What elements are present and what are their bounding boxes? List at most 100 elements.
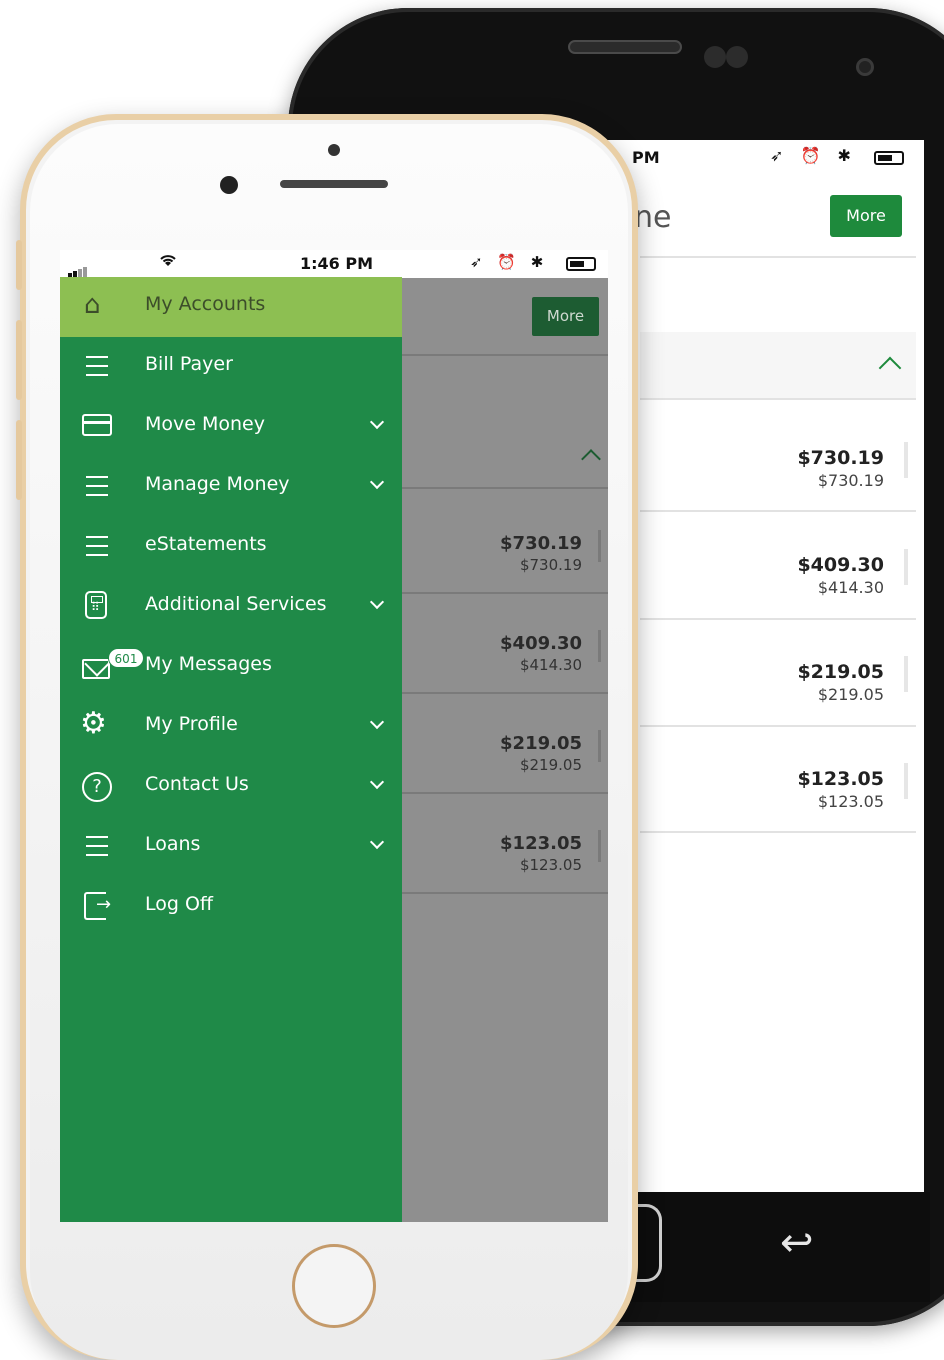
wifi-icon (158, 252, 178, 273)
divider (402, 892, 608, 894)
menu-item-contact-us[interactable]: ? Contact Us (60, 757, 402, 817)
account-available: $219.05 (519, 756, 582, 774)
divider (640, 510, 916, 512)
menu-item-additional-services[interactable]: Additional Services (60, 577, 402, 637)
menu-lines-icon (86, 536, 108, 556)
account-available: $123.05 (817, 792, 884, 811)
front-camera (220, 176, 238, 194)
menu-item-my-messages[interactable]: My Messages (60, 637, 402, 697)
divider (402, 354, 608, 356)
envelope-icon (82, 659, 110, 679)
account-balance: $409.30 (797, 554, 884, 576)
menu-item-loans[interactable]: Loans (60, 817, 402, 877)
menu-item-bill-payer[interactable]: Bill Payer (60, 337, 402, 397)
divider (640, 618, 916, 620)
section-header[interactable] (640, 332, 916, 398)
account-balance: $409.30 (500, 633, 582, 654)
calculator-icon (85, 591, 107, 619)
help-circle-icon: ? (82, 772, 112, 802)
menu-item-label: Contact Us (145, 773, 249, 795)
home-button[interactable] (292, 1244, 376, 1328)
android-front-camera (856, 58, 874, 76)
menu-item-move-money[interactable]: Move Money (60, 397, 402, 457)
divider (402, 592, 608, 594)
menu-item-log-off[interactable]: Log Off (60, 877, 402, 937)
row-handle[interactable] (904, 549, 908, 585)
logoff-icon (84, 892, 111, 920)
account-available: $730.19 (519, 556, 582, 574)
mute-switch (16, 240, 22, 290)
earpiece-speaker (280, 180, 388, 188)
divider (402, 487, 608, 489)
account-balance: $123.05 (797, 768, 884, 790)
account-balance: $219.05 (500, 733, 582, 754)
chevron-down-icon[interactable] (369, 714, 385, 730)
row-handle[interactable] (904, 763, 908, 799)
divider (402, 792, 608, 794)
menu-lines-icon (86, 356, 108, 376)
more-button[interactable]: More (830, 195, 902, 237)
chevron-down-icon[interactable] (369, 834, 385, 850)
android-camera (704, 46, 726, 68)
menu-item-label: Move Money (145, 413, 265, 435)
android-speaker (568, 40, 682, 54)
row-handle[interactable] (598, 630, 601, 662)
menu-item-label: My Profile (145, 713, 238, 735)
status-icons: ➶ ⏰ ✱ (470, 253, 549, 271)
menu-item-label: Loans (145, 833, 201, 855)
chevron-down-icon[interactable] (369, 474, 385, 490)
row-handle[interactable] (598, 830, 601, 862)
row-handle[interactable] (904, 442, 908, 478)
account-balance: $730.19 (797, 447, 884, 469)
menu-item-label: My Messages (145, 653, 272, 675)
menu-lines-icon (86, 836, 108, 856)
divider (640, 831, 916, 833)
menu-item-my-accounts[interactable]: ⌂ My Accounts (60, 277, 402, 337)
row-handle[interactable] (904, 656, 908, 692)
volume-down-button (16, 420, 22, 500)
android-sensor (726, 46, 748, 68)
account-available: $414.30 (817, 578, 884, 597)
proximity-sensor (328, 144, 340, 156)
account-balance: $219.05 (797, 661, 884, 683)
account-available: $123.05 (519, 856, 582, 874)
battery-icon (874, 151, 904, 165)
chevron-down-icon[interactable] (369, 594, 385, 610)
divider (640, 725, 916, 727)
account-available: $219.05 (817, 685, 884, 704)
menu-item-label: My Accounts (145, 293, 266, 315)
volume-up-button (16, 320, 22, 400)
menu-item-label: Bill Payer (145, 353, 233, 375)
back-icon[interactable]: ↩ (780, 1220, 814, 1266)
chevron-down-icon[interactable] (369, 774, 385, 790)
home-icon: ⌂ (84, 290, 101, 320)
menu-lines-icon (86, 476, 108, 496)
menu-item-label: eStatements (145, 533, 267, 555)
card-icon (82, 414, 112, 436)
divider (640, 256, 916, 258)
status-time: 1:46 PM (300, 254, 374, 273)
menu-item-label: Log Off (145, 893, 214, 915)
menu-item-manage-money[interactable]: Manage Money (60, 457, 402, 517)
android-page-title: ne (634, 200, 672, 235)
signal-icon (68, 258, 88, 277)
divider (640, 398, 916, 400)
account-balance: $730.19 (500, 533, 582, 554)
account-balance: $123.05 (500, 833, 582, 854)
account-available: $730.19 (817, 471, 884, 490)
android-status-time: PM (632, 148, 660, 167)
account-available: $414.30 (519, 656, 582, 674)
menu-item-label: Manage Money (145, 473, 290, 495)
message-count-badge: 601 (108, 648, 144, 668)
row-handle[interactable] (598, 530, 601, 562)
menu-item-label: Additional Services (145, 593, 327, 615)
gear-icon: ⚙ (80, 706, 107, 741)
battery-icon (566, 257, 596, 271)
chevron-down-icon[interactable] (369, 414, 385, 430)
menu-item-estatements[interactable]: eStatements (60, 517, 402, 577)
android-status-icons: ➶ ⏰ ✱ (770, 146, 857, 165)
menu-item-my-profile[interactable]: ⚙ My Profile (60, 697, 402, 757)
row-handle[interactable] (598, 730, 601, 762)
more-button[interactable]: More (532, 297, 599, 336)
divider (402, 692, 608, 694)
